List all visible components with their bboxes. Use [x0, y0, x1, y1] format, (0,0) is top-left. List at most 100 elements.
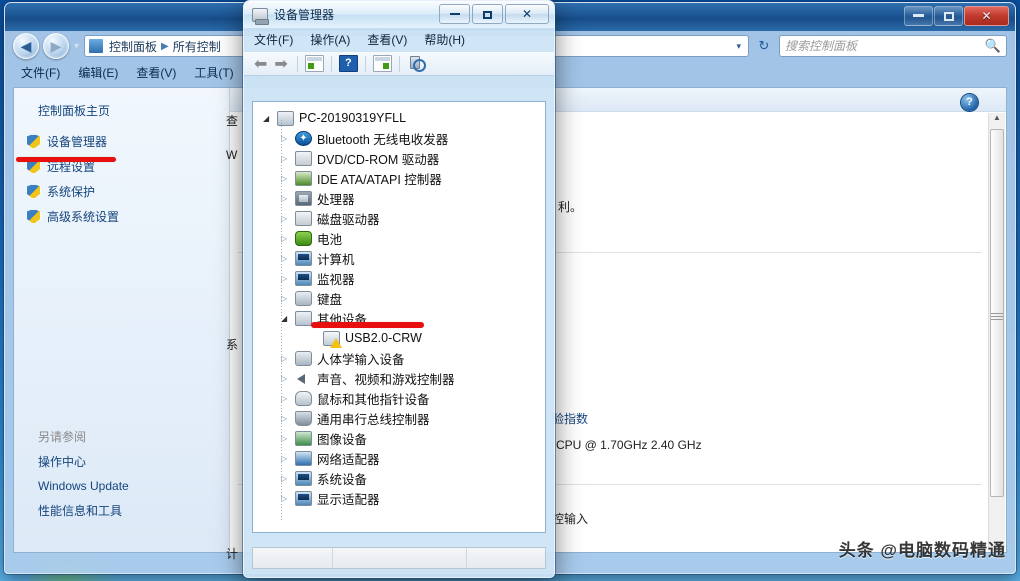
- scroll-up-arrow-icon[interactable]: ▲: [989, 113, 1005, 129]
- menu-edit[interactable]: 编辑(E): [78, 64, 118, 81]
- expander-closed-icon[interactable]: ▷: [281, 454, 292, 463]
- dm-close-button[interactable]: ✕: [505, 4, 549, 24]
- content-text-fragment: 查: [226, 112, 238, 129]
- dm-minimize-button[interactable]: [439, 4, 470, 24]
- device-manager-window-buttons: ✕: [439, 4, 549, 24]
- tree-item[interactable]: ▷磁盘驱动器: [257, 208, 545, 228]
- toolbar-separator: [297, 56, 298, 72]
- dm-menu-action[interactable]: 操作(A): [310, 31, 350, 48]
- cp-minimize-button[interactable]: [904, 6, 933, 26]
- expander-closed-icon[interactable]: ▷: [281, 354, 292, 363]
- expander-closed-icon[interactable]: ▷: [281, 254, 292, 263]
- content-vertical-scrollbar[interactable]: ▲: [988, 113, 1005, 551]
- cp-maximize-button[interactable]: [934, 6, 963, 26]
- expander-closed-icon[interactable]: ▷: [281, 174, 292, 183]
- dm-menu-file[interactable]: 文件(F): [254, 31, 293, 48]
- search-input[interactable]: [785, 39, 985, 53]
- battery-icon: [295, 231, 312, 246]
- back-button[interactable]: ◀: [13, 33, 39, 59]
- expander-closed-icon[interactable]: ▷: [281, 394, 292, 403]
- tree-item[interactable]: ▷计算机: [257, 248, 545, 268]
- tree-item[interactable]: ▷ 鼠标和其他指针设备: [257, 388, 545, 408]
- sidebar-item-system-protection[interactable]: 系统保护: [14, 179, 229, 204]
- dvd-drive-icon: [295, 151, 312, 166]
- refresh-icon[interactable]: ↻: [753, 35, 775, 57]
- expander-closed-icon[interactable]: ▷: [281, 434, 292, 443]
- sidebar-item-advanced-system-settings[interactable]: 高级系统设置: [14, 204, 229, 229]
- menu-file[interactable]: 文件(F): [21, 64, 60, 81]
- control-panel-icon: [88, 38, 104, 54]
- tree-item[interactable]: ▷监视器: [257, 268, 545, 288]
- tree-item[interactable]: ▷显示适配器: [257, 488, 545, 508]
- sidebar-item-device-manager[interactable]: 设备管理器: [14, 129, 229, 154]
- display-adapter-icon: [295, 491, 312, 506]
- help-icon[interactable]: ?: [961, 94, 978, 111]
- scrollbar-thumb[interactable]: [990, 129, 1004, 497]
- device-manager-icon: [252, 8, 268, 22]
- tree-item[interactable]: ▷ 处理器: [257, 188, 545, 208]
- tree-item[interactable]: USB2.0-CRW: [257, 328, 545, 348]
- see-also-windows-update[interactable]: Windows Update: [38, 479, 229, 493]
- mouse-icon: [295, 391, 312, 406]
- expander-closed-icon[interactable]: ▷: [281, 414, 292, 423]
- help-icon[interactable]: ?: [339, 55, 358, 72]
- device-tree[interactable]: ◢ PC-20190319YFLL ▷✦Bluetooth 无线电收发器▷DVD/C…: [252, 101, 546, 533]
- see-also-performance-info[interactable]: 性能信息和工具: [38, 502, 229, 519]
- tree-item[interactable]: ▷图像设备: [257, 428, 545, 448]
- ide-controller-icon: [295, 171, 312, 186]
- nav-history-dropdown-icon[interactable]: ▾: [73, 41, 80, 52]
- breadcrumb-control-panel[interactable]: 控制面板: [107, 38, 159, 55]
- tree-item-label: PC-20190319YFLL: [299, 111, 406, 125]
- search-box[interactable]: 🔍: [779, 35, 1007, 57]
- properties-icon[interactable]: [305, 55, 324, 72]
- dm-menu-help[interactable]: 帮助(H): [424, 31, 465, 48]
- expander-closed-icon[interactable]: ▷: [281, 214, 292, 223]
- expander-closed-icon[interactable]: ▷: [281, 274, 292, 283]
- tree-item-label: 声音、视频和游戏控制器: [317, 369, 455, 388]
- expander-closed-icon[interactable]: ▷: [281, 494, 292, 503]
- dm-menu-view[interactable]: 查看(V): [367, 31, 407, 48]
- cp-close-button[interactable]: ✕: [964, 6, 1009, 26]
- content-text-fragment: 系: [226, 336, 238, 353]
- tree-item[interactable]: ▷人体学输入设备: [257, 348, 545, 368]
- tree-item[interactable]: ▷键盘: [257, 288, 545, 308]
- tree-item[interactable]: ▷系统设备: [257, 468, 545, 488]
- scan-hardware-changes-icon[interactable]: [407, 55, 427, 72]
- tree-item-label: 处理器: [317, 189, 355, 208]
- menu-tools[interactable]: 工具(T): [194, 64, 233, 81]
- imaging-device-icon: [295, 431, 312, 446]
- expander-open-icon[interactable]: ◢: [281, 314, 292, 323]
- dm-maximize-button[interactable]: [472, 4, 503, 24]
- tree-item[interactable]: ▷DVD/CD-ROM 驱动器: [257, 148, 545, 168]
- tree-item[interactable]: ▷IDE ATA/ATAPI 控制器: [257, 168, 545, 188]
- sidebar-item-home[interactable]: 控制面板主页: [14, 100, 229, 129]
- expander-closed-icon[interactable]: ▷: [281, 134, 292, 143]
- monitor-icon: [295, 271, 312, 286]
- tree-item[interactable]: ▷✦Bluetooth 无线电收发器: [257, 128, 545, 148]
- computer-icon: [277, 111, 294, 126]
- tree-item[interactable]: ◢ PC-20190319YFLL: [257, 108, 545, 128]
- expander-closed-icon[interactable]: ▷: [281, 234, 292, 243]
- expander-closed-icon[interactable]: ▷: [281, 194, 292, 203]
- menu-view[interactable]: 查看(V): [136, 64, 176, 81]
- expander-closed-icon[interactable]: ▷: [281, 474, 292, 483]
- back-arrow-icon[interactable]: ⬅: [252, 54, 269, 74]
- tree-item-label: 鼠标和其他指针设备: [317, 389, 430, 408]
- see-also-action-center[interactable]: 操作中心: [38, 453, 229, 470]
- tree-item[interactable]: ▷网络适配器: [257, 448, 545, 468]
- sound-icon: [295, 371, 312, 386]
- device-manager-menubar: 文件(F) 操作(A) 查看(V) 帮助(H): [244, 28, 554, 51]
- update-driver-icon[interactable]: [373, 55, 392, 72]
- expander-closed-icon[interactable]: ▷: [281, 294, 292, 303]
- shield-icon: [26, 184, 41, 199]
- expander-open-icon[interactable]: ◢: [263, 114, 274, 123]
- tree-item[interactable]: ▷ 声音、视频和游戏控制器: [257, 368, 545, 388]
- address-dropdown-icon[interactable]: ▾: [732, 41, 745, 52]
- expander-closed-icon[interactable]: ▷: [281, 374, 292, 383]
- expander-closed-icon[interactable]: ▷: [281, 154, 292, 163]
- breadcrumb-all-items[interactable]: 所有控制: [171, 38, 223, 55]
- forward-arrow-icon[interactable]: ➡: [272, 54, 289, 74]
- tree-item[interactable]: ▷通用串行总线控制器: [257, 408, 545, 428]
- forward-button[interactable]: ▶: [43, 33, 69, 59]
- tree-item[interactable]: ▷电池: [257, 228, 545, 248]
